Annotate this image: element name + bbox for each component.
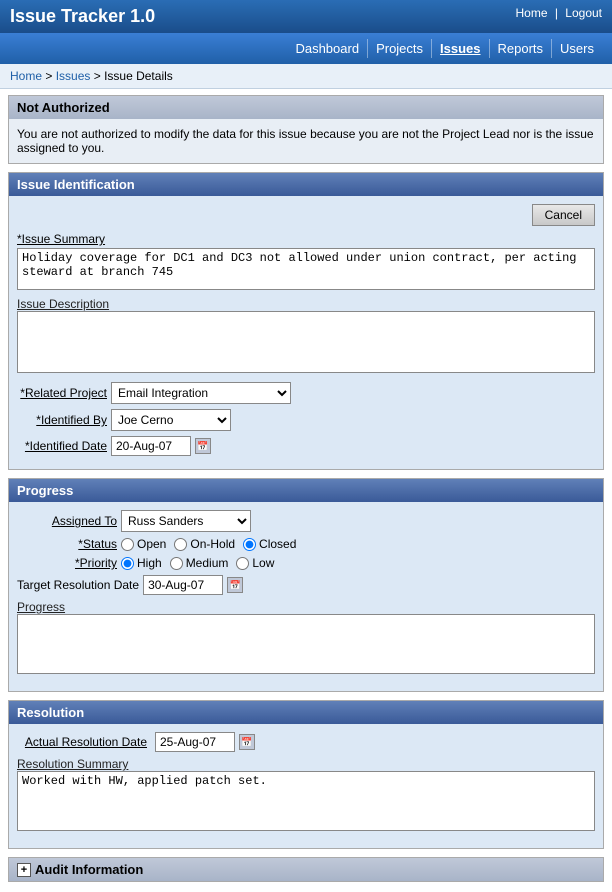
issue-identification-body: Cancel *Issue Summary Holiday coverage f…: [9, 196, 603, 469]
priority-radio-group: High Medium Low: [121, 556, 274, 570]
progress-notes-label: Progress: [17, 600, 65, 614]
navbar: Dashboard Projects Issues Reports Users: [0, 33, 612, 64]
target-resolution-row: Target Resolution Date 📅: [17, 575, 595, 595]
header-links: Home | Logout: [515, 6, 602, 20]
nav-dashboard[interactable]: Dashboard: [287, 39, 368, 58]
breadcrumb-home[interactable]: Home: [10, 69, 42, 83]
status-open-item: Open: [121, 537, 166, 551]
priority-low-radio[interactable]: [236, 557, 249, 570]
nav-projects[interactable]: Projects: [368, 39, 432, 58]
priority-medium-label: Medium: [186, 556, 229, 570]
audit-header[interactable]: + Audit Information: [9, 858, 603, 881]
progress-notes-input[interactable]: [17, 614, 595, 674]
not-authorized-message: You are not authorized to modify the dat…: [9, 119, 603, 163]
assigned-to-row: Assigned To Russ Sanders: [17, 510, 595, 532]
priority-high-item: High: [121, 556, 162, 570]
audit-header-label: Audit Information: [35, 862, 143, 877]
priority-high-label: High: [137, 556, 162, 570]
issue-summary-label: *Issue Summary: [17, 232, 595, 246]
status-onhold-label: On-Hold: [190, 537, 235, 551]
resolution-header: Resolution: [9, 701, 603, 724]
audit-expand-icon: +: [17, 863, 31, 877]
related-project-label: *Related Project: [17, 386, 107, 400]
progress-body: Assigned To Russ Sanders *Status Open On…: [9, 502, 603, 691]
status-closed-label: Closed: [259, 537, 296, 551]
issue-identification-section: Issue Identification Cancel *Issue Summa…: [8, 172, 604, 470]
nav-users[interactable]: Users: [552, 39, 602, 58]
nav-reports[interactable]: Reports: [490, 39, 553, 58]
target-resolution-calendar-icon[interactable]: 📅: [227, 577, 243, 593]
assigned-to-select[interactable]: Russ Sanders: [121, 510, 251, 532]
identified-date-label: *Identified Date: [17, 439, 107, 453]
audit-section: + Audit Information: [8, 857, 604, 882]
cancel-button[interactable]: Cancel: [532, 204, 595, 226]
home-link[interactable]: Home: [515, 6, 547, 20]
related-project-select[interactable]: Email Integration: [111, 382, 291, 404]
identified-by-label: *Identified By: [17, 413, 107, 427]
priority-low-item: Low: [236, 556, 274, 570]
progress-section: Progress Assigned To Russ Sanders *Statu…: [8, 478, 604, 692]
target-resolution-label: Target Resolution Date: [17, 578, 139, 592]
resolution-body: Actual Resolution Date 📅 Resolution Summ…: [9, 724, 603, 848]
status-closed-item: Closed: [243, 537, 296, 551]
actual-resolution-calendar-icon[interactable]: 📅: [239, 734, 255, 750]
not-authorized-box: Not Authorized You are not authorized to…: [8, 95, 604, 164]
status-onhold-radio[interactable]: [174, 538, 187, 551]
resolution-summary-label: Resolution Summary: [17, 757, 128, 771]
not-authorized-header: Not Authorized: [9, 96, 603, 119]
status-open-label: Open: [137, 537, 166, 551]
issue-description-input[interactable]: [17, 311, 595, 373]
issue-description-row: Issue Description: [17, 297, 595, 376]
nav-issues[interactable]: Issues: [432, 39, 489, 58]
breadcrumb-current: Issue Details: [104, 69, 173, 83]
breadcrumb: Home > Issues > Issue Details: [0, 64, 612, 89]
main-content: Not Authorized You are not authorized to…: [0, 89, 612, 892]
priority-label: *Priority: [17, 556, 117, 570]
priority-low-label: Low: [252, 556, 274, 570]
issue-identification-header: Issue Identification: [9, 173, 603, 196]
identified-date-calendar-icon[interactable]: 📅: [195, 438, 211, 454]
issue-description-wrapper: [17, 311, 595, 376]
breadcrumb-issues[interactable]: Issues: [56, 69, 91, 83]
status-closed-radio[interactable]: [243, 538, 256, 551]
status-radio-group: Open On-Hold Closed: [121, 537, 296, 551]
issue-summary-row: *Issue Summary Holiday coverage for DC1 …: [17, 232, 595, 293]
related-project-row: *Related Project Email Integration: [17, 382, 595, 404]
app-title: Issue Tracker 1.0: [10, 6, 155, 27]
priority-row: *Priority High Medium Low: [17, 556, 595, 570]
progress-header: Progress: [9, 479, 603, 502]
identified-by-row: *Identified By Joe Cerno: [17, 409, 595, 431]
actual-resolution-label: Actual Resolution Date: [17, 735, 147, 749]
identified-by-select[interactable]: Joe Cerno: [111, 409, 231, 431]
issue-summary-input[interactable]: Holiday coverage for DC1 and DC3 not all…: [17, 248, 595, 290]
identified-date-row: *Identified Date 📅: [17, 436, 595, 456]
assigned-to-label: Assigned To: [17, 514, 117, 528]
resolution-summary-row: Resolution Summary Worked with HW, appli…: [17, 757, 595, 834]
priority-medium-radio[interactable]: [170, 557, 183, 570]
priority-medium-item: Medium: [170, 556, 229, 570]
logout-link[interactable]: Logout: [565, 6, 602, 20]
priority-high-radio[interactable]: [121, 557, 134, 570]
actual-resolution-row: Actual Resolution Date 📅: [17, 732, 595, 752]
target-resolution-input[interactable]: [143, 575, 223, 595]
app-header: Issue Tracker 1.0 Home | Logout: [0, 0, 612, 33]
issue-description-label: Issue Description: [17, 297, 109, 311]
identified-date-input[interactable]: [111, 436, 191, 456]
cancel-row: Cancel: [17, 204, 595, 226]
actual-resolution-input[interactable]: [155, 732, 235, 752]
status-label: *Status: [17, 537, 117, 551]
resolution-section: Resolution Actual Resolution Date 📅 Reso…: [8, 700, 604, 849]
resolution-summary-input[interactable]: Worked with HW, applied patch set.: [17, 771, 595, 831]
status-row: *Status Open On-Hold Closed: [17, 537, 595, 551]
status-open-radio[interactable]: [121, 538, 134, 551]
progress-notes-row: Progress: [17, 600, 595, 677]
status-onhold-item: On-Hold: [174, 537, 235, 551]
issue-summary-wrapper: Holiday coverage for DC1 and DC3 not all…: [17, 248, 595, 293]
